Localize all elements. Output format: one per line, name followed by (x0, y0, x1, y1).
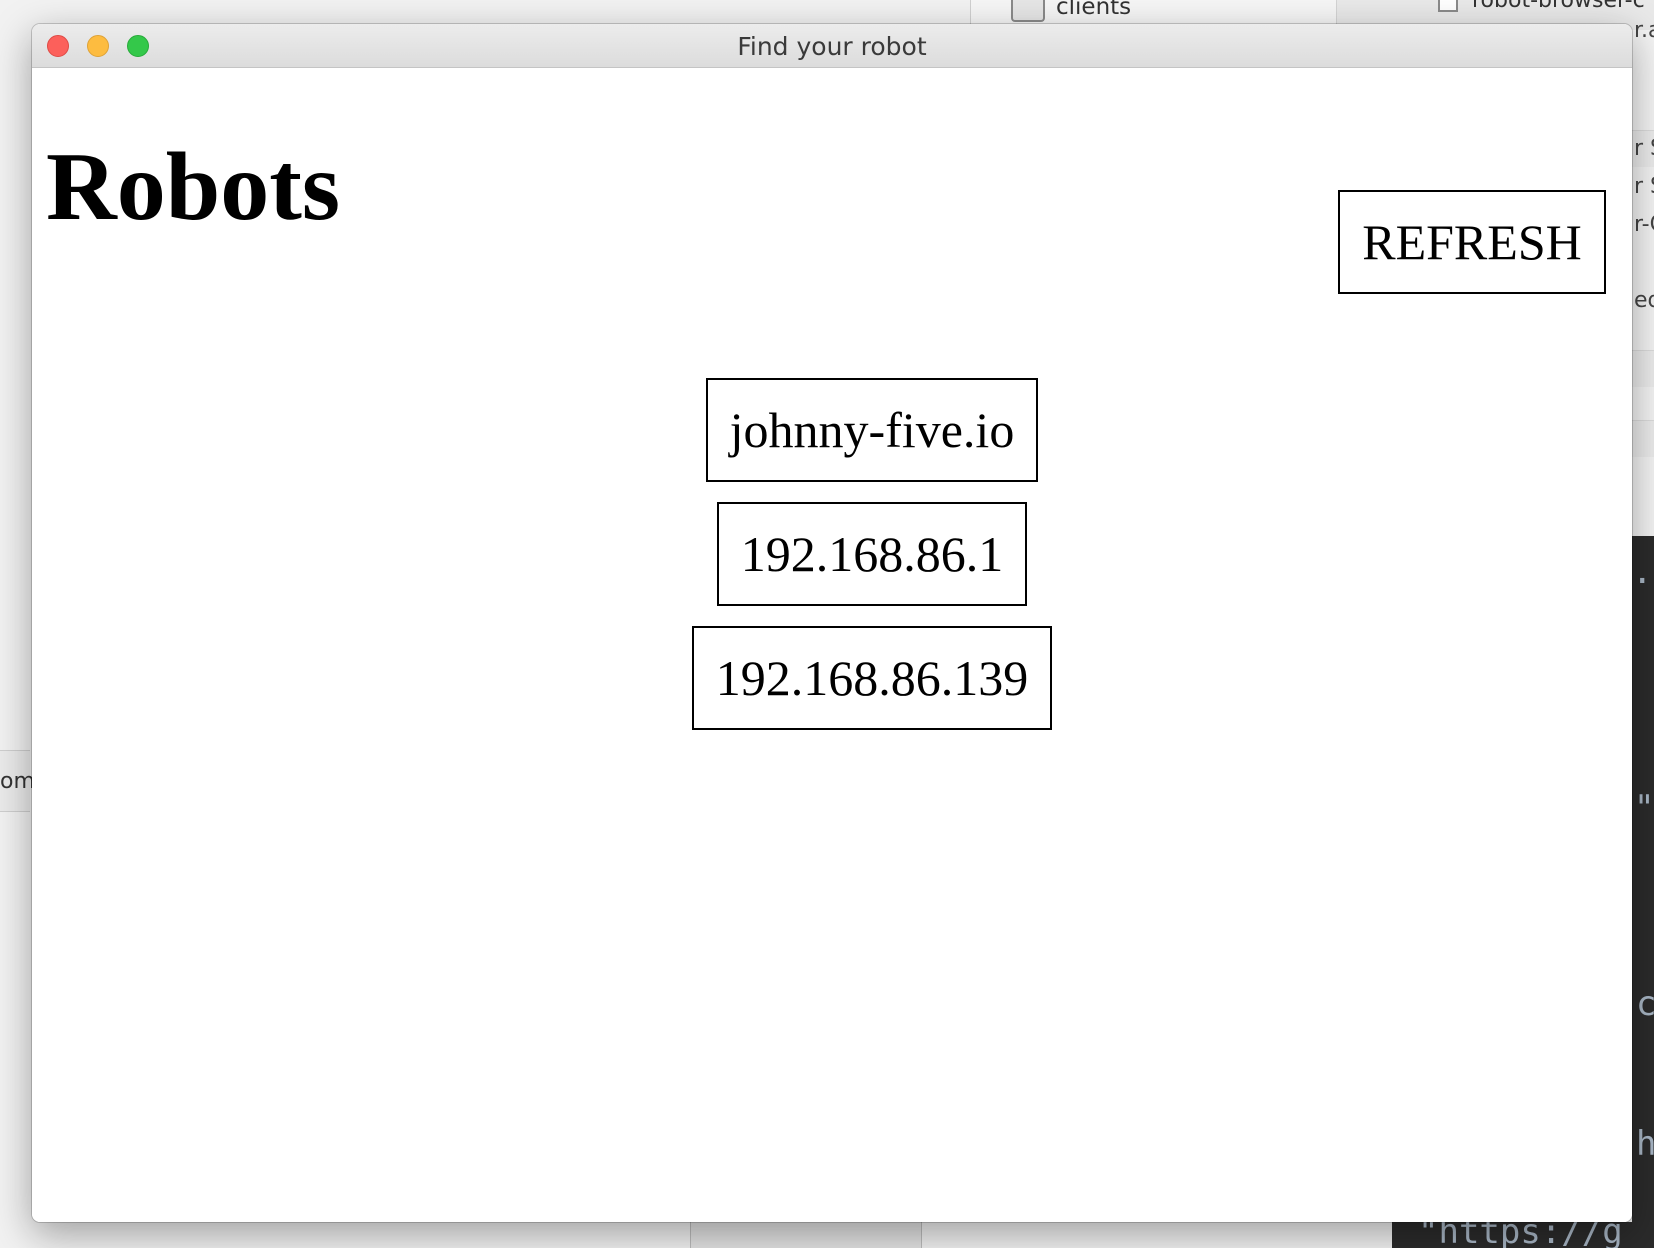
background-right-row (1632, 350, 1654, 387)
refresh-button[interactable]: REFRESH (1338, 190, 1606, 294)
robot-item-192-168-86-1[interactable]: 192.168.86.1 (716, 502, 1028, 606)
background-right-text: r S (1634, 174, 1654, 199)
drive-icon (1011, 0, 1045, 22)
window-titlebar[interactable]: Find your robot (32, 24, 1632, 68)
background-folder-label: clients (1056, 0, 1132, 20)
background-right-text: ed (1634, 288, 1654, 313)
robot-list: johnny-five.io 192.168.86.1 192.168.86.1… (72, 378, 1632, 730)
background-right-row (1632, 420, 1654, 457)
background-bottom-bar (690, 1222, 922, 1248)
background-right-text: r.a (1634, 18, 1654, 43)
background-editor-text: .i (1632, 552, 1654, 592)
background-editor-text: c (1636, 984, 1654, 1024)
file-icon (1438, 0, 1458, 12)
app-window: Find your robot Robots REFRESH johnny-fi… (32, 24, 1632, 1222)
window-content: Robots REFRESH johnny-five.io 192.168.86… (32, 68, 1632, 1222)
page-title: Robots (46, 133, 341, 241)
robot-item-192-168-86-139[interactable]: 192.168.86.139 (691, 626, 1053, 730)
background-right-panel (1632, 30, 1654, 536)
robot-item-johnny-five[interactable]: johnny-five.io (705, 378, 1039, 482)
window-title: Find your robot (737, 32, 927, 61)
background-editor-text: h (1636, 1124, 1654, 1164)
background-right-text: r-C (1634, 212, 1654, 237)
background-right-text: r S (1634, 136, 1654, 161)
background-editor-text: " (1634, 788, 1654, 828)
background-file-label: robot-browser-c (1472, 0, 1645, 13)
